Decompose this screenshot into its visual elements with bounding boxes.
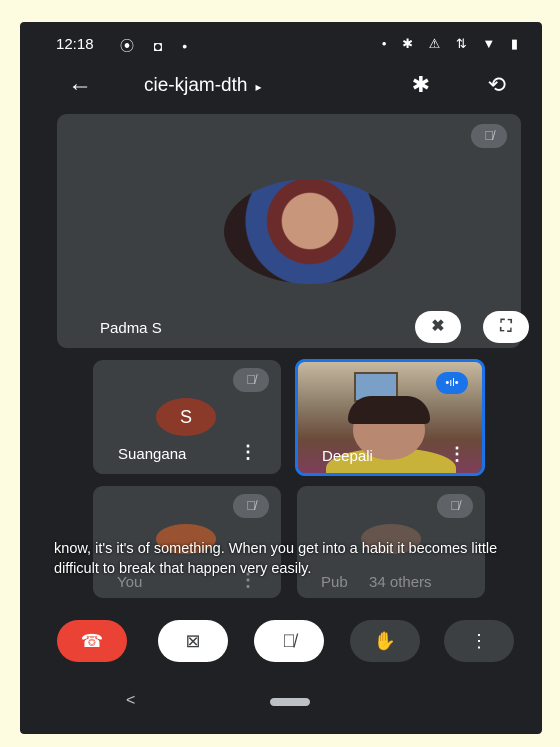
mic-off-icon: 🎙̸ <box>471 124 507 148</box>
more-options-icon[interactable]: ⋮ <box>444 620 514 662</box>
participant-tile-suangana[interactable]: 🎙̸ S Suangana ⋮ <box>93 360 281 474</box>
participant-name: Padma S <box>100 320 162 337</box>
mic-off-icon: 🎙̸ <box>233 494 269 518</box>
status-right-icons: • ✱ ⚠ ⇅ ▼ ▮ <box>381 36 524 51</box>
unpin-icon[interactable]: ✖ <box>415 311 461 343</box>
mic-off-icon: 🎙̸ <box>233 368 269 392</box>
system-nav-bar: < <box>20 684 542 734</box>
status-time: 12:18 <box>56 36 94 53</box>
video-hair <box>348 396 430 424</box>
home-pill[interactable] <box>270 698 310 706</box>
main-participant-tile[interactable]: 🎙̸ Padma S ✖ ⛶ <box>57 114 529 348</box>
participant-name: Deepali <box>322 448 373 465</box>
nav-back-icon[interactable]: < <box>126 692 135 710</box>
more-vert-icon[interactable]: ⋮ <box>448 444 466 465</box>
caret-right-icon: ▸ <box>255 80 262 94</box>
participant-name: Suangana <box>118 446 187 463</box>
fullscreen-icon[interactable]: ⛶ <box>483 311 529 343</box>
end-call-icon[interactable]: ☎ <box>57 620 127 662</box>
meeting-title[interactable]: cie-kjam-dth ▸ <box>144 75 262 97</box>
phone-screen: 12:18 ⦿ ◘ • • ✱ ⚠ ⇅ ▼ ▮ ← cie-kjam-dth ▸ … <box>20 22 542 734</box>
mic-off-icon: 🎙̸ <box>437 494 473 518</box>
meeting-code: cie-kjam-dth <box>144 75 248 96</box>
back-arrow-icon[interactable]: ← <box>68 70 92 98</box>
meeting-topbar: ← cie-kjam-dth ▸ ✱ ⟲ <box>20 66 542 106</box>
status-left-icons: ⦿ ◘ • <box>120 38 196 54</box>
status-bar: 12:18 ⦿ ◘ • • ✱ ⚠ ⇅ ▼ ▮ <box>20 22 542 62</box>
participant-tile-deepali[interactable]: •ıl• Deepali ⋮ <box>295 359 485 476</box>
participant-avatar <box>224 179 396 284</box>
call-controls: ☎ ⊠ 🎙̸ ✋ ⋮ <box>20 618 542 678</box>
raise-hand-icon[interactable]: ✋ <box>350 620 420 662</box>
camera-off-icon[interactable]: ⊠ <box>158 620 228 662</box>
more-vert-icon[interactable]: ⋮ <box>239 442 257 463</box>
avatar: S <box>156 398 216 436</box>
speaking-indicator-icon: •ıl• <box>436 372 468 394</box>
mic-off-icon[interactable]: 🎙̸ <box>254 620 324 662</box>
switch-camera-icon[interactable]: ⟲ <box>488 72 506 98</box>
live-caption: know, it's it's of something. When you g… <box>54 541 498 577</box>
bluetooth-icon[interactable]: ✱ <box>412 72 430 98</box>
